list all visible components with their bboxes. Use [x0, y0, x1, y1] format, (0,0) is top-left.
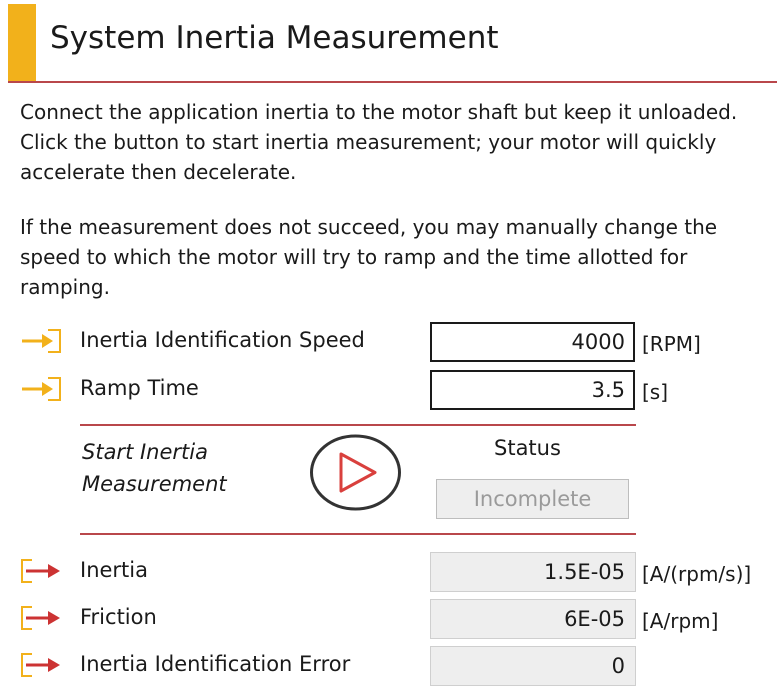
page-title: System Inertia Measurement	[50, 20, 499, 56]
ramp-time-row: Ramp Time [s]	[20, 370, 777, 410]
inertia-speed-input[interactable]	[430, 322, 635, 362]
status-badge: Incomplete	[436, 479, 629, 519]
inertia-error-label: Inertia Identification Error	[80, 652, 351, 676]
ramp-time-input[interactable]	[430, 370, 635, 410]
friction-label: Friction	[80, 605, 157, 629]
output-arrow-icon	[21, 559, 60, 583]
start-measurement-button[interactable]	[309, 434, 402, 511]
friction-unit: [A/rpm]	[642, 609, 719, 633]
inertia-speed-label: Inertia Identification Speed	[80, 328, 365, 352]
section-divider-top	[80, 424, 636, 426]
header-accent-bar	[8, 4, 36, 82]
output-arrow-icon	[21, 606, 60, 630]
inertia-speed-unit: [RPM]	[642, 332, 701, 356]
inertia-speed-row: Inertia Identification Speed [RPM]	[20, 322, 777, 362]
inertia-label: Inertia	[80, 558, 148, 582]
ramp-time-unit: [s]	[642, 380, 669, 404]
start-measurement-label: Start Inertia Measurement	[82, 440, 227, 496]
output-arrow-icon	[21, 653, 60, 677]
input-arrow-icon	[22, 377, 61, 401]
inertia-value: 1.5E-05	[430, 552, 636, 592]
instruction-paragraph-1: Connect the application inertia to the m…	[20, 100, 738, 184]
ramp-time-label: Ramp Time	[80, 376, 199, 400]
input-arrow-icon	[22, 329, 61, 353]
status-label: Status	[494, 436, 561, 460]
instruction-paragraph-2: If the measurement does not succeed, you…	[20, 215, 718, 299]
section-divider-bottom	[80, 533, 636, 535]
page-header: System Inertia Measurement	[0, 0, 777, 83]
inertia-row: Inertia 1.5E-05 [A/(rpm/s)]	[20, 552, 777, 592]
inertia-unit: [A/(rpm/s)]	[642, 562, 752, 586]
inertia-error-value: 0	[430, 646, 636, 686]
friction-value: 6E-05	[430, 599, 636, 639]
friction-row: Friction 6E-05 [A/rpm]	[20, 599, 777, 639]
inertia-error-row: Inertia Identification Error 0	[20, 646, 777, 686]
header-divider	[8, 81, 777, 83]
